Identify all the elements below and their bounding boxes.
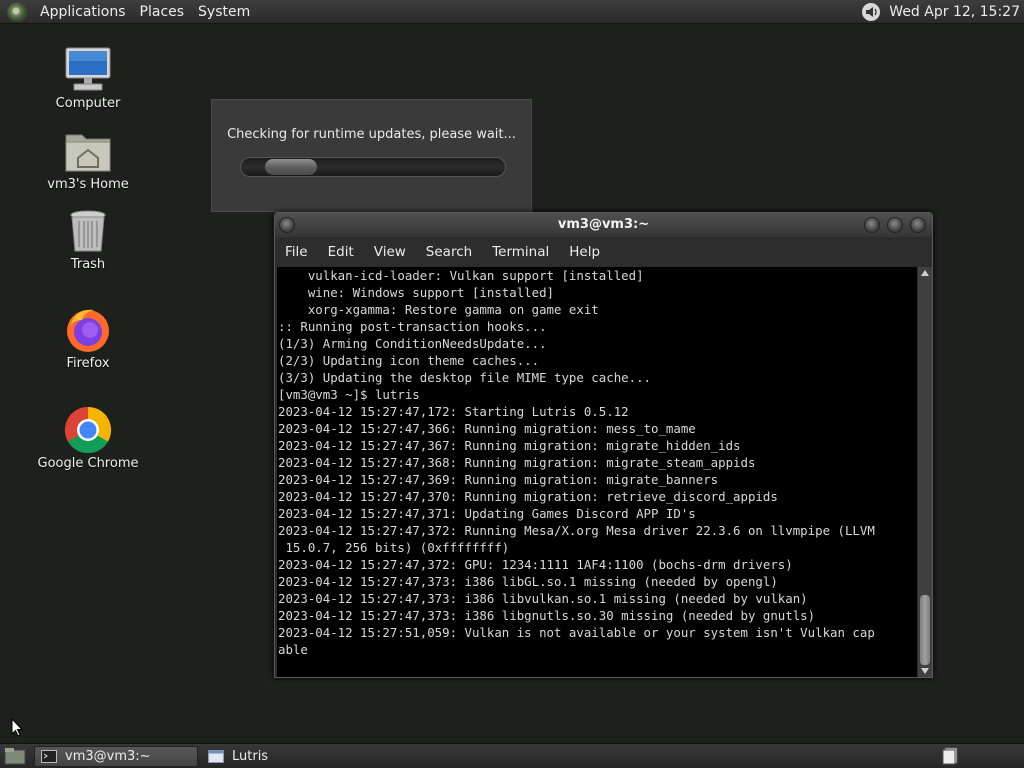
close-button[interactable] — [910, 217, 926, 233]
menu-applications[interactable]: Applications — [33, 4, 133, 20]
progress-bar — [240, 157, 506, 177]
home-folder-icon — [64, 127, 112, 175]
chrome-icon — [64, 406, 112, 454]
terminal-line: 2023-04-12 15:27:47,367: Running migrati… — [278, 438, 741, 453]
desktop-icon-label: vm3's Home — [47, 177, 129, 192]
desktop-icon-trash[interactable]: Trash — [33, 207, 143, 272]
desktop-icon-firefox[interactable]: Firefox — [33, 306, 143, 371]
terminal-line: 2023-04-12 15:27:47,373: i386 libGL.so.1… — [278, 574, 778, 589]
desktop-icon-label: Google Chrome — [37, 456, 139, 471]
computer-icon — [64, 46, 112, 94]
clock[interactable]: Wed Apr 12, 15:27 — [889, 4, 1020, 20]
volume-icon[interactable] — [861, 2, 881, 22]
bottom-panel: vm3@vm3:~ Lutris — [0, 743, 1024, 768]
terminal-line: (3/3) Updating the desktop file MIME typ… — [278, 370, 651, 385]
desktop-icon-label: Firefox — [66, 356, 110, 371]
terminal-scrollbar[interactable] — [918, 267, 932, 677]
scroll-up-arrow-icon[interactable] — [921, 270, 929, 276]
desktop-icon-chrome[interactable]: Google Chrome — [33, 406, 143, 471]
menu-system[interactable]: System — [191, 4, 257, 20]
progress-pulse — [265, 159, 317, 175]
terminal-line: vulkan-icd-loader: Vulkan support [insta… — [278, 268, 644, 283]
terminal-line: 2023-04-12 15:27:51,059: Vulkan is not a… — [278, 625, 875, 640]
menu-terminal[interactable]: Terminal — [482, 244, 559, 260]
distro-logo-icon[interactable] — [7, 1, 27, 22]
terminal-line: able — [278, 642, 308, 657]
lutris-update-dialog: Checking for runtime updates, please wai… — [211, 99, 532, 212]
terminal-line: 2023-04-12 15:27:47,371: Updating Games … — [278, 506, 696, 521]
terminal-icon — [41, 749, 57, 763]
scroll-down-arrow-icon[interactable] — [921, 668, 929, 674]
terminal-window[interactable]: vm3@vm3:~ File Edit View Search Terminal… — [274, 212, 933, 678]
terminal-line: 2023-04-12 15:27:47,370: Running migrati… — [278, 489, 778, 504]
scrollbar-thumb[interactable] — [920, 595, 930, 665]
taskbar-item-terminal[interactable]: vm3@vm3:~ — [34, 745, 198, 767]
window-icon — [208, 749, 224, 763]
menu-help[interactable]: Help — [559, 244, 610, 260]
mouse-pointer-icon — [11, 717, 24, 742]
menu-view[interactable]: View — [364, 244, 416, 260]
show-desktop-icon[interactable] — [4, 747, 26, 765]
terminal-line: 2023-04-12 15:27:47,369: Running migrati… — [278, 472, 719, 487]
terminal-menubar: File Edit View Search Terminal Help — [275, 239, 932, 265]
taskbar-item-label: vm3@vm3:~ — [65, 748, 151, 764]
terminal-line: :: Running post-transaction hooks... — [278, 319, 547, 334]
desktop-icon-label: Trash — [70, 257, 106, 272]
terminal-line: 2023-04-12 15:27:47,172: Starting Lutris… — [278, 404, 629, 419]
desktop-icon-home[interactable]: vm3's Home — [33, 127, 143, 192]
dialog-message: Checking for runtime updates, please wai… — [227, 127, 516, 142]
terminal-output[interactable]: vulkan-icd-loader: Vulkan support [insta… — [277, 267, 917, 677]
desktop-icon-label: Computer — [55, 96, 121, 111]
menu-places[interactable]: Places — [133, 4, 192, 20]
firefox-icon — [64, 306, 112, 354]
terminal-line: 2023-04-12 15:27:47,368: Running migrati… — [278, 455, 756, 470]
menu-file[interactable]: File — [275, 244, 318, 260]
terminal-line: 2023-04-12 15:27:47,366: Running migrati… — [278, 421, 696, 436]
terminal-titlebar[interactable]: vm3@vm3:~ — [275, 213, 932, 237]
terminal-line: 2023-04-12 15:27:47,373: i386 libgnutls.… — [278, 608, 816, 623]
top-panel: Applications Places System Wed Apr 12, 1… — [0, 0, 1024, 24]
taskbar-item-lutris[interactable]: Lutris — [202, 746, 274, 767]
maximize-button[interactable] — [887, 217, 903, 233]
terminal-line: (2/3) Updating icon theme caches... — [278, 353, 540, 368]
menu-search[interactable]: Search — [416, 244, 482, 260]
terminal-line: 2023-04-12 15:27:47,372: GPU: 1234:1111 … — [278, 557, 793, 572]
terminal-line: [vm3@vm3 ~]$ lutris — [278, 387, 420, 402]
taskbar-item-label: Lutris — [232, 748, 269, 764]
desktop-icon-computer[interactable]: Computer — [33, 46, 143, 111]
terminal-line: 2023-04-12 15:27:47,372: Running Mesa/X.… — [278, 523, 875, 538]
terminal-line: xorg-xgamma: Restore gamma on game exit — [278, 302, 599, 317]
workspace-switcher-icon[interactable] — [942, 747, 958, 765]
terminal-line: wine: Windows support [installed] — [278, 285, 555, 300]
terminal-text: vulkan-icd-loader: Vulkan support [insta… — [277, 267, 917, 658]
trash-icon — [64, 207, 112, 255]
menu-edit[interactable]: Edit — [318, 244, 364, 260]
terminal-line: 15.0.7, 256 bits) (0xffffffff) — [278, 540, 510, 555]
terminal-title: vm3@vm3:~ — [557, 217, 650, 232]
terminal-line: 2023-04-12 15:27:47,373: i386 libvulkan.… — [278, 591, 808, 606]
terminal-line: (1/3) Arming ConditionNeedsUpdate... — [278, 336, 547, 351]
minimize-button[interactable] — [864, 217, 880, 233]
